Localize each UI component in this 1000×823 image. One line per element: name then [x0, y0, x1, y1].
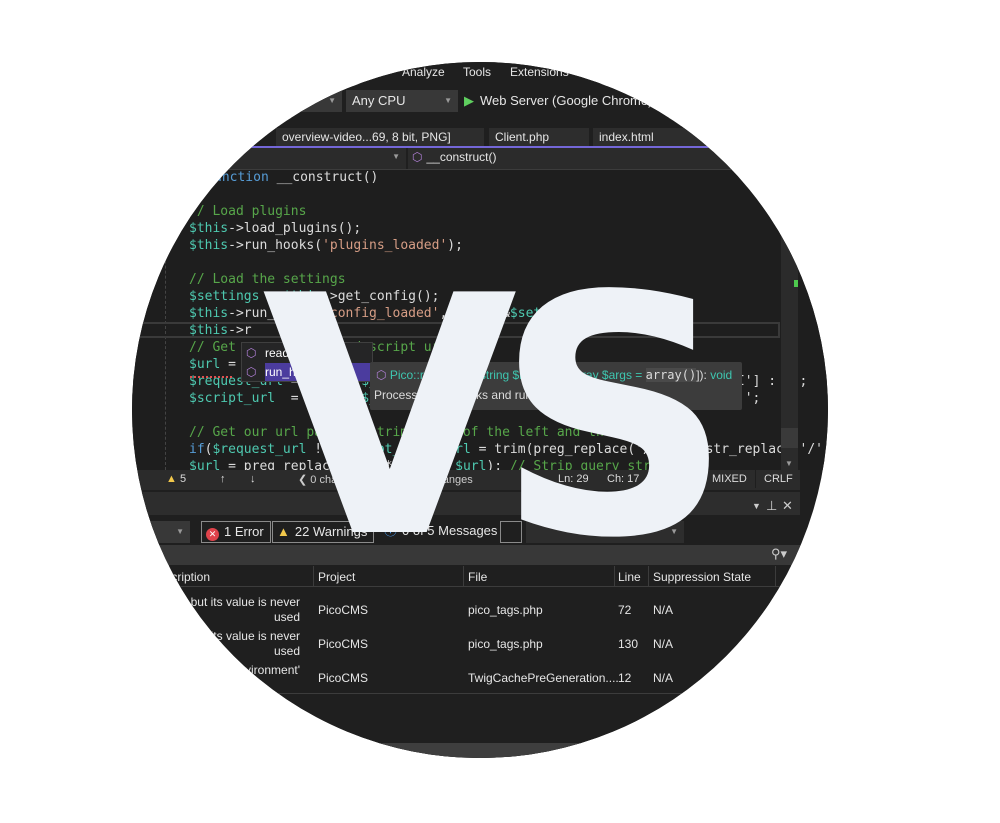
vertical-scrollbar[interactable]: ▼	[781, 170, 798, 470]
menu-bar: Analyze Tools Extensions	[132, 62, 828, 84]
line-ending[interactable]: CRLF	[755, 470, 801, 488]
cell-line: 130	[618, 637, 639, 651]
menu-analyze[interactable]: Analyze	[402, 65, 445, 79]
member-dropdown[interactable]: ⬡ __construct()	[412, 150, 497, 164]
chevron-down-icon: ▼	[176, 527, 184, 536]
code-token: $settings	[189, 289, 260, 304]
method-icon: ⬡	[246, 365, 257, 379]
code-token: unction	[214, 170, 277, 185]
code-token: $this	[189, 323, 229, 338]
cell-description: Unresolved class: 'Twig_Environment'	[132, 663, 300, 677]
method-cube-icon: ⬡	[412, 150, 423, 164]
cell-file: TwigCachePreGeneration....	[468, 671, 619, 685]
platform-dropdown[interactable]: Any CPU ▼	[346, 90, 458, 112]
code-token: $url	[189, 357, 221, 372]
column-separator[interactable]	[775, 566, 776, 586]
warning-icon: ▲	[166, 473, 177, 485]
document-tabs: overview-video...69, 8 bit, PNG] Client.…	[132, 126, 828, 148]
platform-value: Any CPU	[352, 93, 406, 108]
cell-suppression: N/A	[653, 637, 674, 651]
chevron-down-icon: ▼	[328, 96, 336, 105]
code-line: $this->r	[189, 322, 252, 339]
code-token: // Load plugins	[189, 204, 307, 219]
table-row[interactable]: Unresolved class: 'Twig_Environment' Pic…	[132, 660, 800, 694]
cell-project: PicoCMS	[318, 671, 369, 685]
chevron-down-icon: ▼	[444, 96, 452, 105]
column-header-description[interactable]: Description	[150, 570, 210, 584]
errors-label: 1 Error	[224, 524, 264, 539]
tab-label: overview-video...69, 8 bit, PNG]	[282, 130, 451, 144]
menu-extensions[interactable]: Extensions	[510, 65, 569, 79]
scroll-thumb[interactable]	[781, 428, 798, 448]
sig-return: void	[710, 368, 733, 382]
code-token: $this	[189, 221, 229, 236]
next-issue-arrow[interactable]: ↓	[250, 473, 256, 485]
navigation-bar: ▼ ⬡ __construct()	[132, 148, 828, 170]
scope-dropdown[interactable]: ▼	[132, 521, 190, 543]
error-squiggle	[190, 373, 232, 378]
configuration-dropdown[interactable]: ▼	[250, 90, 342, 112]
cell-project: PicoCMS	[318, 637, 369, 651]
warnings-indicator[interactable]: ▲ 5	[166, 473, 186, 485]
run-target-label: Web Server (Google Chrome)	[480, 93, 653, 108]
code-line: unction __construct()	[214, 169, 378, 186]
tab-label: Client.php	[495, 130, 550, 144]
chevron-down-icon: ▼	[392, 152, 400, 161]
warnings-count: 5	[179, 473, 187, 485]
prev-issue-arrow[interactable]: ↑	[220, 473, 226, 485]
tab-index-html[interactable]: index.html	[593, 128, 713, 146]
errors-filter-button[interactable]: ✕ 1 Error	[201, 521, 271, 543]
horizontal-scrollbar[interactable]	[132, 743, 828, 758]
type-dropdown[interactable]: ▼	[132, 148, 408, 169]
cell-description: Variable '$key' is assigned, but its val…	[132, 629, 300, 658]
code-token: $this	[189, 238, 229, 253]
change-marker	[794, 280, 798, 287]
close-icon[interactable]: ✕	[782, 498, 793, 514]
cell-line: 12	[618, 671, 632, 685]
code-token: ->r	[228, 323, 252, 338]
scroll-down-arrow[interactable]: ▼	[785, 459, 793, 468]
window-menu-icon[interactable]: ▼	[752, 501, 761, 511]
pin-icon[interactable]: ⊥	[766, 498, 777, 514]
tab-label: index.html	[599, 130, 654, 144]
error-icon: ✕	[206, 528, 219, 541]
run-button[interactable]: ▶ Web Server (Google Chrome)	[464, 90, 652, 112]
code-token: $this	[189, 306, 229, 321]
code-token: if	[189, 442, 205, 457]
table-row[interactable]: Variable '$key' is assigned, but its val…	[132, 626, 800, 660]
cell-suppression: N/A	[653, 671, 674, 685]
method-icon: ⬡	[246, 346, 257, 360]
play-icon: ▶	[464, 93, 474, 108]
menu-tools[interactable]: Tools	[463, 65, 491, 79]
tab-client-php[interactable]: Client.php	[489, 128, 589, 146]
tab-overview-video[interactable]: overview-video...69, 8 bit, PNG]	[276, 128, 484, 146]
search-icon: ⚲▾	[771, 546, 788, 561]
member-label: __construct()	[426, 150, 497, 164]
vs-overlay-text: VS	[262, 226, 733, 610]
table-bottom-divider	[132, 693, 800, 694]
cell-file: pico_tags.php	[468, 637, 543, 651]
circular-mask: Analyze Tools Extensions ▼ Any CPU ▼ ▶ We…	[132, 62, 828, 758]
code-line: // Load plugins	[189, 203, 306, 220]
visual-studio-window: Analyze Tools Extensions ▼ Any CPU ▼ ▶ We…	[132, 62, 828, 758]
code-token: __construct()	[276, 170, 379, 185]
